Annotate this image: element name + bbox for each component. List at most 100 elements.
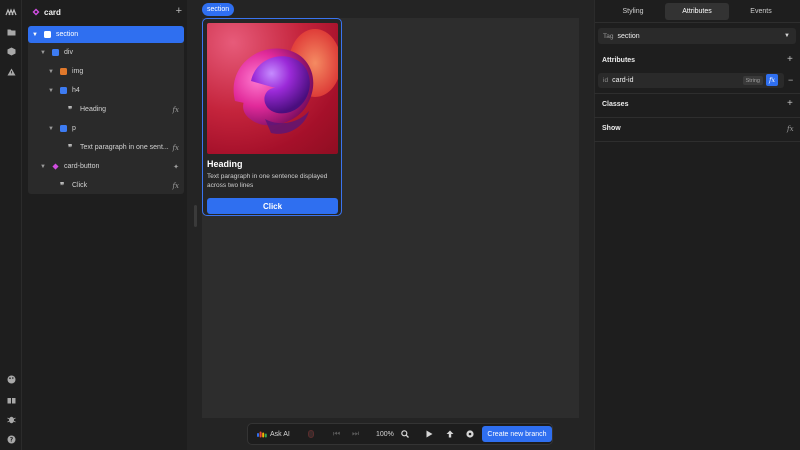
attribute-type-badge[interactable]: String xyxy=(742,76,763,85)
gift-icon[interactable] xyxy=(5,393,17,405)
classes-section-title: Classes xyxy=(602,101,629,108)
logo-icon[interactable] xyxy=(5,6,17,18)
add-attribute-button[interactable]: + xyxy=(787,54,793,65)
zoom-level[interactable]: 100% xyxy=(376,424,394,444)
quote-icon: ❞ xyxy=(68,105,73,114)
tree-row-section[interactable]: ▼ section xyxy=(28,26,184,43)
play-icon xyxy=(426,430,433,438)
attribute-key-prefix: id xyxy=(603,77,609,84)
ai-logo-icon xyxy=(257,431,267,437)
tree-row-label: card-button xyxy=(64,163,100,170)
divider xyxy=(595,22,800,23)
tree-row-label: section xyxy=(56,31,79,38)
chevron-down-icon[interactable]: ▼ xyxy=(40,164,46,170)
fx-icon[interactable]: fx xyxy=(172,106,179,114)
chevron-down-icon[interactable]: ▼ xyxy=(32,32,38,38)
tree-row-label: Click xyxy=(72,182,88,189)
attribute-row[interactable]: id card-id String fx xyxy=(598,73,784,88)
tree-row-paragraph-text[interactable]: ❞ Text paragraph in one sent... fx xyxy=(28,139,184,156)
chevron-down-icon[interactable]: ▼ xyxy=(48,126,54,132)
app-window: ? card + ▼ section ▼ div ▼ img ▼ h4 ❞ He… xyxy=(0,0,800,450)
component-icon xyxy=(52,163,59,170)
undo-button[interactable]: ⏮ xyxy=(333,424,340,444)
component-title: card xyxy=(44,7,61,17)
ask-ai-button[interactable]: Ask AI xyxy=(257,424,290,444)
sparkle-icon[interactable]: ✦ xyxy=(173,163,179,171)
tree-row-click-text[interactable]: ❞ Click fx xyxy=(28,177,184,194)
card-image[interactable] xyxy=(207,23,338,154)
chevron-down-icon[interactable]: ▼ xyxy=(40,50,46,56)
settings-button[interactable] xyxy=(466,424,474,444)
arrow-up-icon xyxy=(446,430,454,438)
svg-text:?: ? xyxy=(9,436,13,443)
card-preview[interactable]: Heading Text paragraph in one sentence d… xyxy=(202,18,342,216)
tag-label: Tag xyxy=(603,32,614,40)
chevron-down-icon[interactable]: ▼ xyxy=(48,88,54,94)
folder-icon[interactable] xyxy=(5,26,17,38)
ask-ai-label: Ask AI xyxy=(270,430,290,438)
bug-icon[interactable] xyxy=(5,413,17,425)
remove-attribute-button[interactable]: − xyxy=(788,75,793,85)
rewind-icon: ⏮ xyxy=(333,429,341,438)
layers-panel: card + ▼ section ▼ div ▼ img ▼ h4 ❞ Head… xyxy=(22,0,187,450)
divider xyxy=(594,117,800,118)
tree-row-div[interactable]: ▼ div xyxy=(28,44,184,61)
tree-row-label: p xyxy=(72,125,76,132)
tab-attributes[interactable]: Attributes xyxy=(665,3,729,20)
play-button[interactable] xyxy=(426,424,433,444)
tree-row-card-button[interactable]: ▼ card-button ✦ xyxy=(28,158,184,175)
image-icon xyxy=(60,68,67,75)
tree-row-label: div xyxy=(64,49,73,56)
zoom-icon xyxy=(401,430,409,438)
card-paragraph: Text paragraph in one sentence displayed… xyxy=(207,173,328,189)
help-icon[interactable]: ? xyxy=(5,433,17,445)
cube-icon[interactable] xyxy=(5,45,17,57)
card-click-button[interactable]: Click xyxy=(207,198,338,214)
settings-icon xyxy=(466,430,474,438)
create-branch-button[interactable]: Create new branch xyxy=(482,426,552,442)
chevron-down-icon: ▼ xyxy=(784,33,790,39)
record-button[interactable] xyxy=(308,424,314,444)
redo-button[interactable]: ⏭ xyxy=(352,424,359,444)
fx-icon[interactable]: fx xyxy=(787,125,794,133)
tree-row-p[interactable]: ▼ p xyxy=(28,120,184,137)
tab-styling[interactable]: Styling xyxy=(601,3,665,20)
icon-rail: ? xyxy=(0,0,22,450)
chevron-down-icon[interactable]: ▼ xyxy=(48,69,54,75)
fast-forward-icon: ⏭ xyxy=(352,429,360,438)
div-icon xyxy=(52,49,59,56)
paragraph-icon xyxy=(60,125,67,132)
property-tabs: Styling Attributes Events xyxy=(601,3,795,20)
fx-icon[interactable]: fx xyxy=(172,182,179,190)
attributes-section-title: Attributes xyxy=(602,57,636,64)
tree-row-label: Text paragraph in one sent... xyxy=(80,144,169,151)
tree-row-img[interactable]: ▼ img xyxy=(28,63,184,80)
show-section-title: Show xyxy=(602,125,621,132)
section-tag[interactable]: section xyxy=(202,3,235,16)
resize-handle[interactable] xyxy=(194,205,197,227)
component-icon xyxy=(32,8,40,16)
warning-icon[interactable] xyxy=(5,66,17,78)
microphone-icon xyxy=(308,430,314,438)
tree-row-h4[interactable]: ▼ h4 xyxy=(28,82,184,99)
fx-icon[interactable]: fx xyxy=(172,144,179,152)
tag-select[interactable]: Tag section ▼ xyxy=(598,28,796,44)
card-heading: Heading xyxy=(207,159,243,169)
palette-icon[interactable] xyxy=(5,373,17,385)
tree-row-label: h4 xyxy=(72,87,80,94)
tree-row-heading-text[interactable]: ❞ Heading fx xyxy=(28,101,184,118)
tab-events[interactable]: Events xyxy=(729,3,793,20)
publish-button[interactable] xyxy=(446,424,454,444)
section-icon xyxy=(44,31,51,38)
abstract-3d-image xyxy=(233,29,338,134)
tree-row-label: img xyxy=(72,68,84,75)
divider xyxy=(594,141,800,142)
add-class-button[interactable]: + xyxy=(787,98,793,109)
fx-icon[interactable]: fx xyxy=(766,74,778,86)
quote-icon: ❞ xyxy=(60,181,65,190)
quote-icon: ❞ xyxy=(68,143,73,152)
zoom-button[interactable] xyxy=(401,424,409,444)
add-layer-button[interactable]: + xyxy=(176,5,182,17)
tag-value: section xyxy=(617,32,640,40)
attribute-value[interactable]: card-id xyxy=(612,77,633,84)
